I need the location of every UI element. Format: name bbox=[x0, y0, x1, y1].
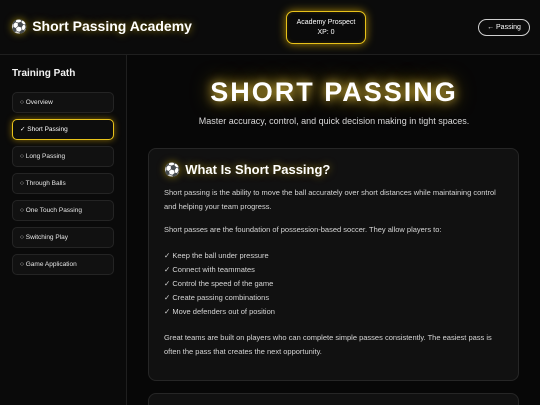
card-paragraph: Short passes are the foundation of posse… bbox=[164, 225, 442, 234]
list-item: ✓ Create passing combinations bbox=[164, 293, 270, 302]
top-bar: ⚽ Short Passing Academy Academy Prospect… bbox=[0, 0, 540, 55]
card-paragraph: Short passing is the ability to move the… bbox=[164, 188, 496, 211]
rank-badge: Academy Prospect XP: 0 bbox=[286, 11, 366, 44]
page-subtitle: Master accuracy, control, and quick deci… bbox=[198, 116, 470, 126]
sidebar: Training Path ○ Overview ✓ Short Passing… bbox=[0, 55, 127, 405]
rank-label: Academy Prospect bbox=[296, 19, 356, 26]
brand: ⚽ Short Passing Academy bbox=[11, 18, 192, 34]
sidebar-item-game-application[interactable]: ○ Game Application bbox=[12, 254, 114, 275]
card-paragraph: Great teams are built on players who can… bbox=[164, 333, 492, 356]
sidebar-item-one-touch-passing[interactable]: ○ One Touch Passing bbox=[12, 200, 114, 221]
sidebar-item-switching-play[interactable]: ○ Switching Play bbox=[12, 227, 114, 248]
list-item: ✓ Control the speed of the game bbox=[164, 279, 274, 288]
sidebar-item-short-passing[interactable]: ✓ Short Passing bbox=[12, 119, 114, 140]
main-content: SHORT PASSING Master accuracy, control, … bbox=[128, 55, 540, 405]
benefit-list: ✓ Keep the ball under pressure ✓ Connect… bbox=[164, 249, 503, 319]
list-item: ✓ Keep the ball under pressure bbox=[164, 251, 269, 260]
list-item: ✓ Connect with teammates bbox=[164, 265, 255, 274]
soccer-ball-icon: ⚽ bbox=[11, 18, 28, 34]
xp-counter: XP: 0 bbox=[317, 29, 335, 36]
card-title-text: What Is Short Passing? bbox=[185, 162, 331, 177]
page-title: SHORT PASSING bbox=[210, 77, 458, 107]
soccer-ball-icon: ⚽ bbox=[164, 162, 181, 177]
sidebar-title: Training Path bbox=[12, 68, 76, 79]
card-title: ⚽ What Is Short Passing? bbox=[164, 162, 503, 177]
brand-title: Short Passing Academy bbox=[32, 18, 192, 34]
list-item: ✓ Move defenders out of position bbox=[164, 307, 275, 316]
sidebar-item-long-passing[interactable]: ○ Long Passing bbox=[12, 146, 114, 167]
back-to-passing-button[interactable]: ← Passing bbox=[478, 19, 530, 36]
info-card: ⚽ What Is Short Passing? Short passing i… bbox=[148, 148, 519, 381]
sidebar-item-through-balls[interactable]: ○ Through Balls bbox=[12, 173, 114, 194]
next-card bbox=[148, 393, 519, 405]
sidebar-item-overview[interactable]: ○ Overview bbox=[12, 92, 114, 113]
